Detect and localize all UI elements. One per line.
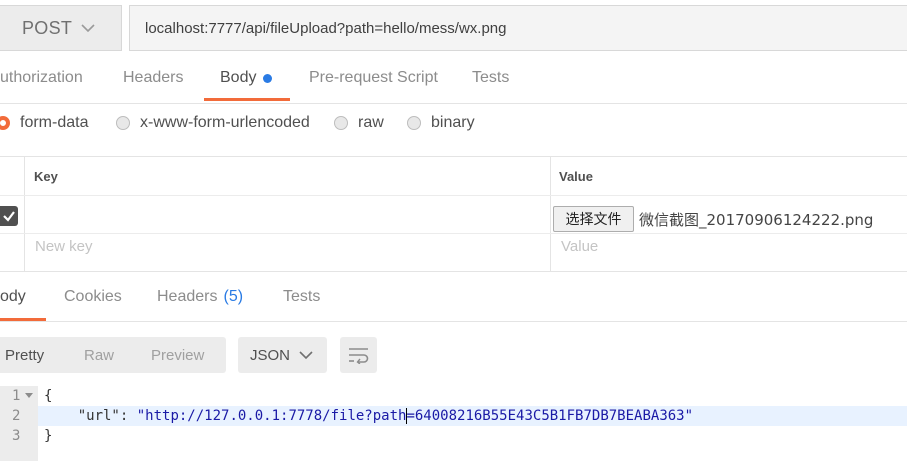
view-preview-button[interactable]: Preview	[151, 337, 204, 373]
radio-raw-label: raw	[358, 114, 384, 131]
url-field[interactable]	[129, 5, 907, 51]
tab-tests-label: Tests	[472, 69, 510, 86]
tab-authorization[interactable]: uthorization	[0, 52, 83, 104]
response-tab-body-label: ody	[0, 288, 26, 305]
response-tab-headers[interactable]: Headers (5)	[157, 272, 243, 322]
radio-selected-icon	[0, 116, 10, 130]
json-value-part: =64008216B55E43C5B1FB7DB7BEABA363"	[406, 408, 694, 424]
response-tabs: ody Cookies Headers (5) Tests	[0, 272, 907, 322]
json-value-part: "http://127.0.0.1:7778/file?path	[136, 408, 407, 424]
row-divider	[0, 233, 907, 234]
selected-file-name: 微信截图_20170906124222.png	[639, 211, 874, 229]
code-line: {	[44, 386, 52, 406]
active-response-tab-indicator	[0, 318, 46, 321]
key-column-header: Key	[34, 169, 58, 184]
view-preview-label: Preview	[151, 346, 205, 364]
tab-tests[interactable]: Tests	[472, 52, 509, 104]
wrap-lines-icon	[349, 348, 369, 364]
json-key: "url"	[77, 408, 120, 424]
checkmark-icon	[3, 211, 15, 222]
radio-unselected-icon	[407, 116, 421, 130]
json-open-brace: {	[44, 388, 53, 404]
fold-arrow-icon[interactable]	[25, 392, 33, 400]
response-tab-headers-label: Headers	[157, 288, 218, 305]
tab-headers-label: Headers	[123, 69, 184, 86]
line-number: 1	[12, 388, 21, 404]
tab-body[interactable]: Body	[220, 52, 273, 104]
radio-form-data-label: form-data	[20, 114, 89, 131]
body-type-selector: form-data x-www-form-urlencoded raw bina…	[0, 104, 907, 150]
format-label: JSON	[250, 346, 291, 364]
format-select[interactable]: JSON	[238, 337, 327, 373]
new-key-input[interactable]	[35, 238, 535, 255]
active-tab-indicator	[204, 98, 290, 101]
radio-unselected-icon	[334, 116, 348, 130]
response-tab-body[interactable]: ody	[0, 272, 26, 322]
radio-raw[interactable]: raw	[334, 114, 384, 132]
response-body-editor[interactable]: 1 2 3 { "url": "http://127.0.0.1:7778/fi…	[0, 386, 907, 461]
radio-binary-label: binary	[431, 114, 475, 131]
url-input[interactable]	[145, 19, 907, 37]
response-tab-tests[interactable]: Tests	[283, 272, 320, 322]
tab-body-label: Body	[220, 69, 257, 86]
view-mode-group: Pretty Raw Preview	[0, 337, 226, 373]
tab-authorization-label: uthorization	[0, 69, 83, 86]
modified-dot-icon	[263, 73, 273, 83]
code-line: }	[44, 426, 52, 446]
radio-urlencoded[interactable]: x-www-form-urlencoded	[116, 114, 310, 132]
request-tabs: uthorization Headers Body Pre-request Sc…	[0, 52, 907, 104]
row-enabled-checkbox[interactable]	[0, 206, 18, 226]
choose-file-label: 选择文件	[565, 212, 622, 228]
response-tab-cookies[interactable]: Cookies	[64, 272, 122, 322]
line-number: 3	[12, 428, 21, 444]
response-tab-cookies-label: Cookies	[64, 288, 122, 305]
choose-file-button[interactable]: 选择文件	[553, 206, 634, 232]
new-value-input[interactable]	[561, 238, 891, 255]
tab-headers[interactable]: Headers	[123, 52, 183, 104]
view-pretty-button[interactable]: Pretty	[5, 337, 44, 373]
response-tab-tests-label: Tests	[283, 288, 321, 305]
radio-binary[interactable]: binary	[407, 114, 475, 132]
json-colon: :	[119, 408, 137, 424]
json-close-brace: }	[44, 428, 53, 444]
request-bar: POST	[0, 0, 907, 52]
tab-pre-request-script[interactable]: Pre-request Script	[309, 52, 438, 104]
view-raw-button[interactable]: Raw	[84, 337, 114, 373]
tab-pre-request-label: Pre-request Script	[309, 69, 438, 86]
headers-count-badge: (5)	[223, 288, 244, 305]
radio-form-data[interactable]: form-data	[0, 114, 88, 132]
value-column-header: Value	[559, 169, 593, 184]
radio-unselected-icon	[116, 116, 130, 130]
code-line: "url": "http://127.0.0.1:7778/file?path=…	[44, 406, 693, 426]
chevron-down-icon	[81, 24, 95, 33]
column-divider	[550, 157, 551, 271]
wrap-lines-button[interactable]	[340, 337, 377, 373]
view-pretty-label: Pretty	[5, 346, 45, 364]
radio-urlencoded-label: x-www-form-urlencoded	[140, 114, 310, 131]
method-label: POST	[22, 17, 73, 38]
view-raw-label: Raw	[84, 346, 115, 364]
row-divider	[0, 195, 907, 196]
method-select[interactable]: POST	[0, 5, 122, 51]
chevron-down-icon	[299, 351, 313, 360]
line-number: 2	[12, 408, 21, 424]
column-divider	[24, 157, 25, 271]
line-number-gutter: 1 2 3	[0, 386, 38, 461]
